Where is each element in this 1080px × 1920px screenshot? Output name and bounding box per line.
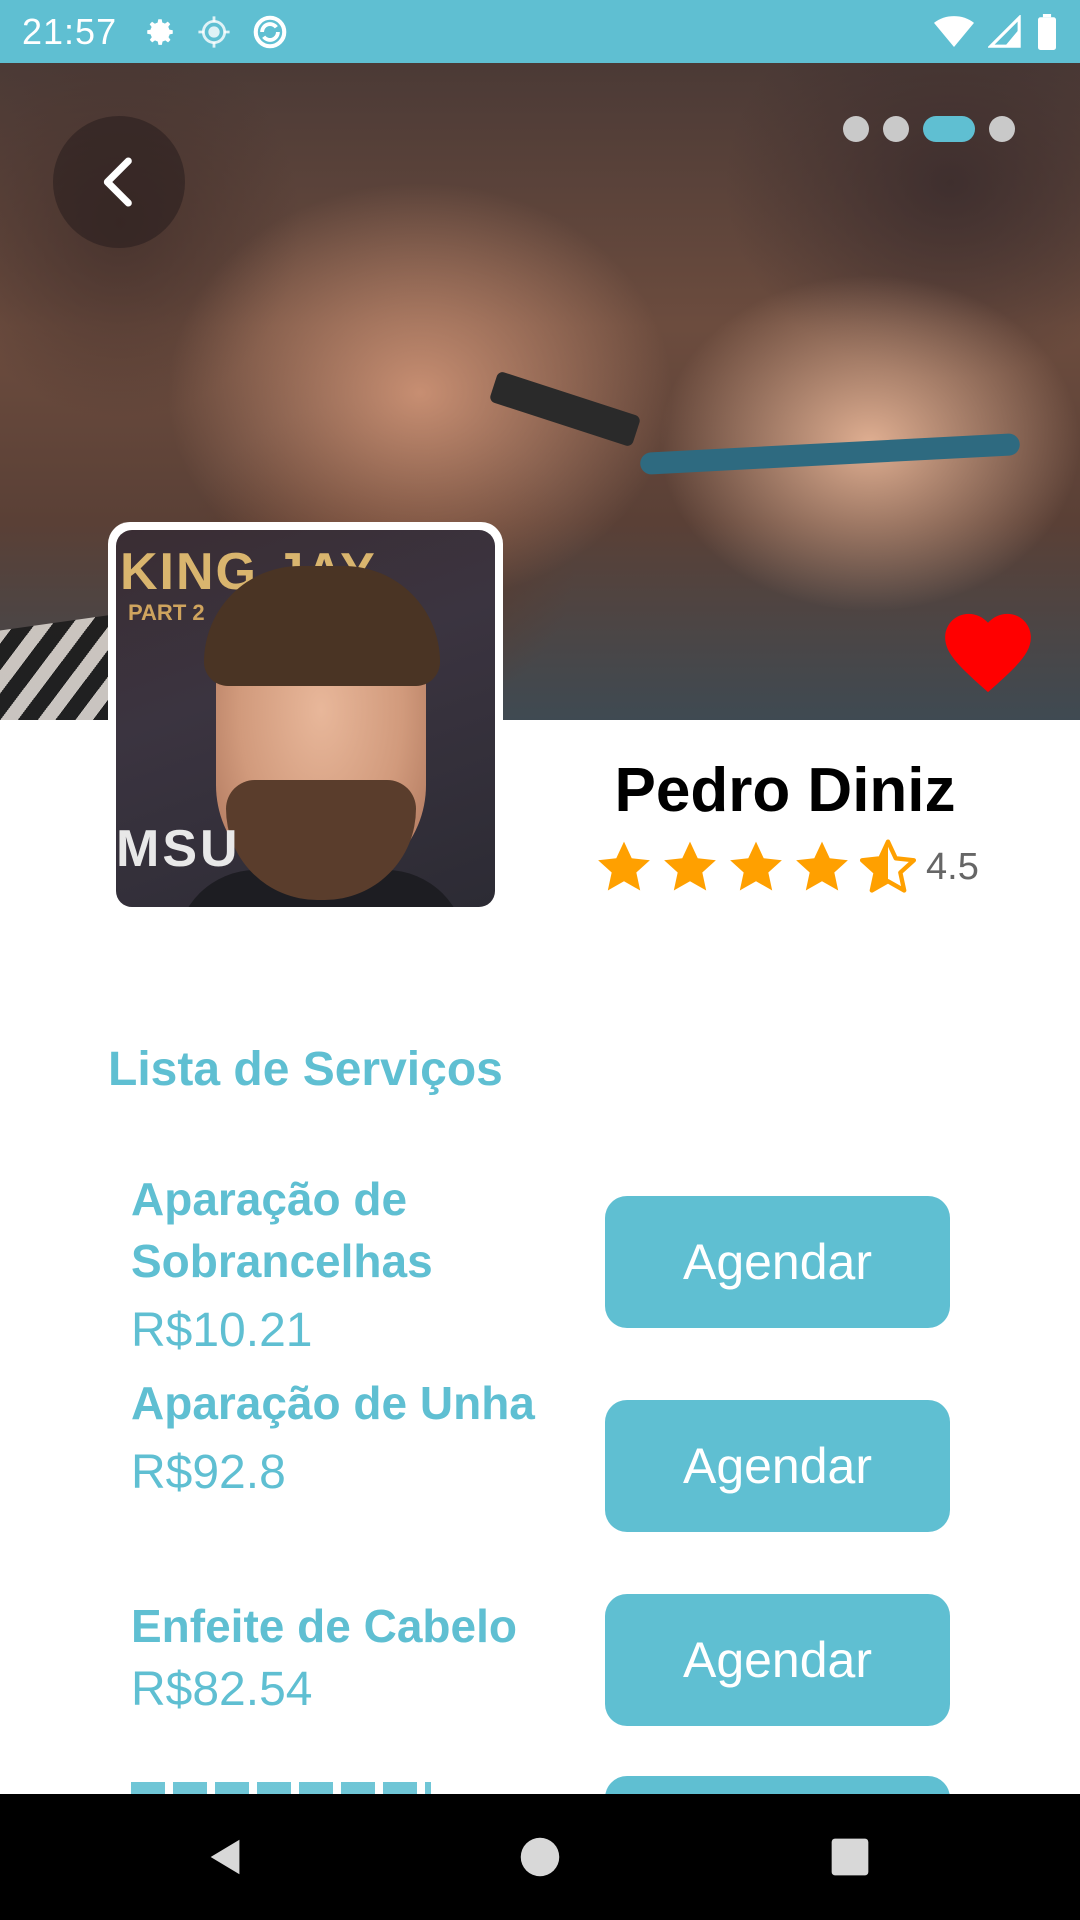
sync-icon	[253, 15, 287, 48]
back-button[interactable]	[53, 116, 185, 248]
wifi-icon	[934, 15, 974, 47]
carousel-dot[interactable]	[883, 116, 909, 142]
star-full-icon	[664, 841, 716, 891]
poster-bottom-text: MSU	[116, 820, 241, 878]
nav-home-button[interactable]	[460, 1794, 620, 1920]
razor-handle	[639, 433, 1021, 475]
carousel-dot[interactable]	[989, 116, 1015, 142]
carousel-indicator	[843, 116, 1015, 142]
back-triangle-icon	[210, 1839, 240, 1875]
carousel-dot-active[interactable]	[923, 116, 975, 142]
schedule-button[interactable]: Agendar	[605, 1196, 950, 1328]
status-icons-right	[934, 13, 1058, 50]
star-full-icon	[730, 841, 782, 891]
razor-blade	[488, 370, 642, 448]
schedule-button[interactable]: Agendar	[605, 1594, 950, 1726]
status-icons-left	[143, 13, 289, 51]
system-navigation-bar	[0, 1794, 1080, 1920]
status-bar: 21:57	[0, 0, 1080, 63]
poster-subtitle: PART 2	[128, 600, 205, 625]
home-circle-icon	[520, 1837, 560, 1877]
signal-icon	[988, 14, 1021, 48]
schedule-button[interactable]: Agendar	[605, 1400, 950, 1532]
barber-photo-frame: KING JAY PART 2 MSU	[108, 522, 503, 915]
nav-back-button[interactable]	[146, 1794, 306, 1920]
location-icon	[198, 15, 230, 48]
star-full-icon	[796, 841, 848, 891]
status-time: 21:57	[22, 10, 118, 52]
barber-avatar: KING JAY PART 2 MSU	[116, 530, 495, 907]
barber-profile-screen: 21:57 KING JAY PART 2 MSU Pedro Diniz 4.…	[0, 0, 1080, 1920]
barber-name: Pedro Diniz	[614, 756, 956, 825]
settings-gear-icon	[147, 18, 173, 45]
chevron-left-icon	[103, 157, 132, 207]
service-name: Enfeite de Cabelo	[131, 1600, 517, 1652]
rating-value: 4.5	[926, 845, 979, 888]
battery-icon	[1038, 13, 1056, 50]
favorite-heart-icon[interactable]	[943, 612, 1033, 694]
rating: 4.5	[594, 838, 979, 896]
star-full-icon	[598, 841, 650, 891]
nav-recents-button[interactable]	[770, 1794, 930, 1920]
service-name: Aparação de Unha	[131, 1377, 535, 1429]
carousel-dot[interactable]	[843, 116, 869, 142]
services-title: Lista de Serviços	[108, 1043, 503, 1096]
recents-square-icon	[831, 1838, 869, 1876]
star-half-icon	[859, 839, 917, 893]
service-name: Aparação de Sobrancelhas	[131, 1173, 433, 1287]
